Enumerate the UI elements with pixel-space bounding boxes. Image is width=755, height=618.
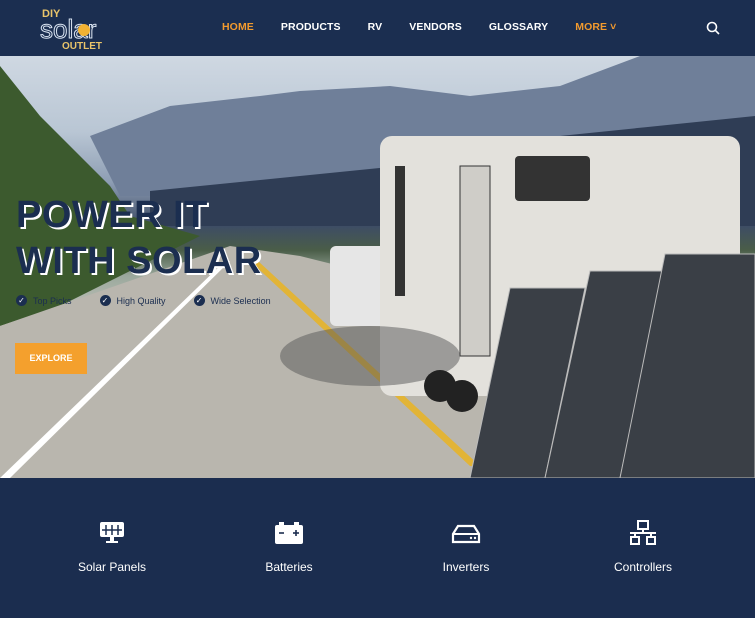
- nav-home[interactable]: HOME: [222, 21, 254, 33]
- check-icon: ✓: [16, 295, 27, 306]
- category-inverters[interactable]: Inverters: [396, 520, 536, 574]
- category-solar-panels[interactable]: Solar Panels: [42, 520, 182, 574]
- feature-wide-selection: ✓ Wide Selection: [193, 295, 271, 306]
- nav-glossary[interactable]: GLOSSARY: [489, 21, 548, 33]
- hero-features: ✓ Top Picks ✓ High Quality ✓ Wide Selection: [16, 295, 299, 306]
- category-label: Inverters: [442, 560, 490, 574]
- hero-title: POWER IT WITH SOLAR: [16, 192, 262, 284]
- category-bar: Solar Panels Batteries Inverters Control…: [0, 478, 755, 618]
- site-header: DIY solar OUTLET HOME PRODUCTS RV VENDOR…: [0, 0, 755, 56]
- nav-more[interactable]: MORE ˅: [575, 21, 616, 33]
- category-label: Controllers: [613, 560, 673, 574]
- battery-icon: [275, 522, 303, 544]
- category-label: Batteries: [265, 560, 313, 574]
- feature-label: High Quality: [116, 295, 166, 306]
- check-icon: ✓: [193, 295, 205, 306]
- main-nav: HOME PRODUCTS RV VENDORS GLOSSARY MORE ˅: [222, 21, 643, 33]
- feature-label: Top Picks: [33, 295, 72, 306]
- category-label: Solar Panels: [77, 560, 147, 574]
- hero-title-line1: POWER IT: [16, 194, 208, 236]
- category-batteries[interactable]: Batteries: [219, 520, 359, 574]
- inverter-icon: [451, 524, 481, 544]
- search-icon[interactable]: [706, 21, 720, 35]
- solar-panel-icon: [100, 522, 124, 543]
- svg-text:OUTLET: OUTLET: [62, 41, 102, 51]
- logo[interactable]: DIY solar OUTLET: [38, 5, 134, 51]
- hero-title-line2: WITH SOLAR: [16, 240, 262, 282]
- hero-banner: POWER IT WITH SOLAR ✓ Top Picks ✓ High Qua…: [0, 56, 755, 478]
- feature-label: Wide Selection: [210, 295, 271, 306]
- check-icon: ✓: [99, 295, 111, 306]
- explore-button[interactable]: EXPLORE: [15, 343, 87, 374]
- category-controllers[interactable]: Controllers: [573, 520, 713, 574]
- nav-products[interactable]: PRODUCTS: [281, 21, 341, 33]
- nav-vendors[interactable]: VENDORS: [409, 21, 462, 33]
- nav-rv[interactable]: RV: [368, 21, 383, 33]
- feature-top-picks: ✓ Top Picks: [16, 295, 72, 306]
- feature-high-quality: ✓ High Quality: [99, 295, 166, 306]
- network-icon: [630, 520, 656, 545]
